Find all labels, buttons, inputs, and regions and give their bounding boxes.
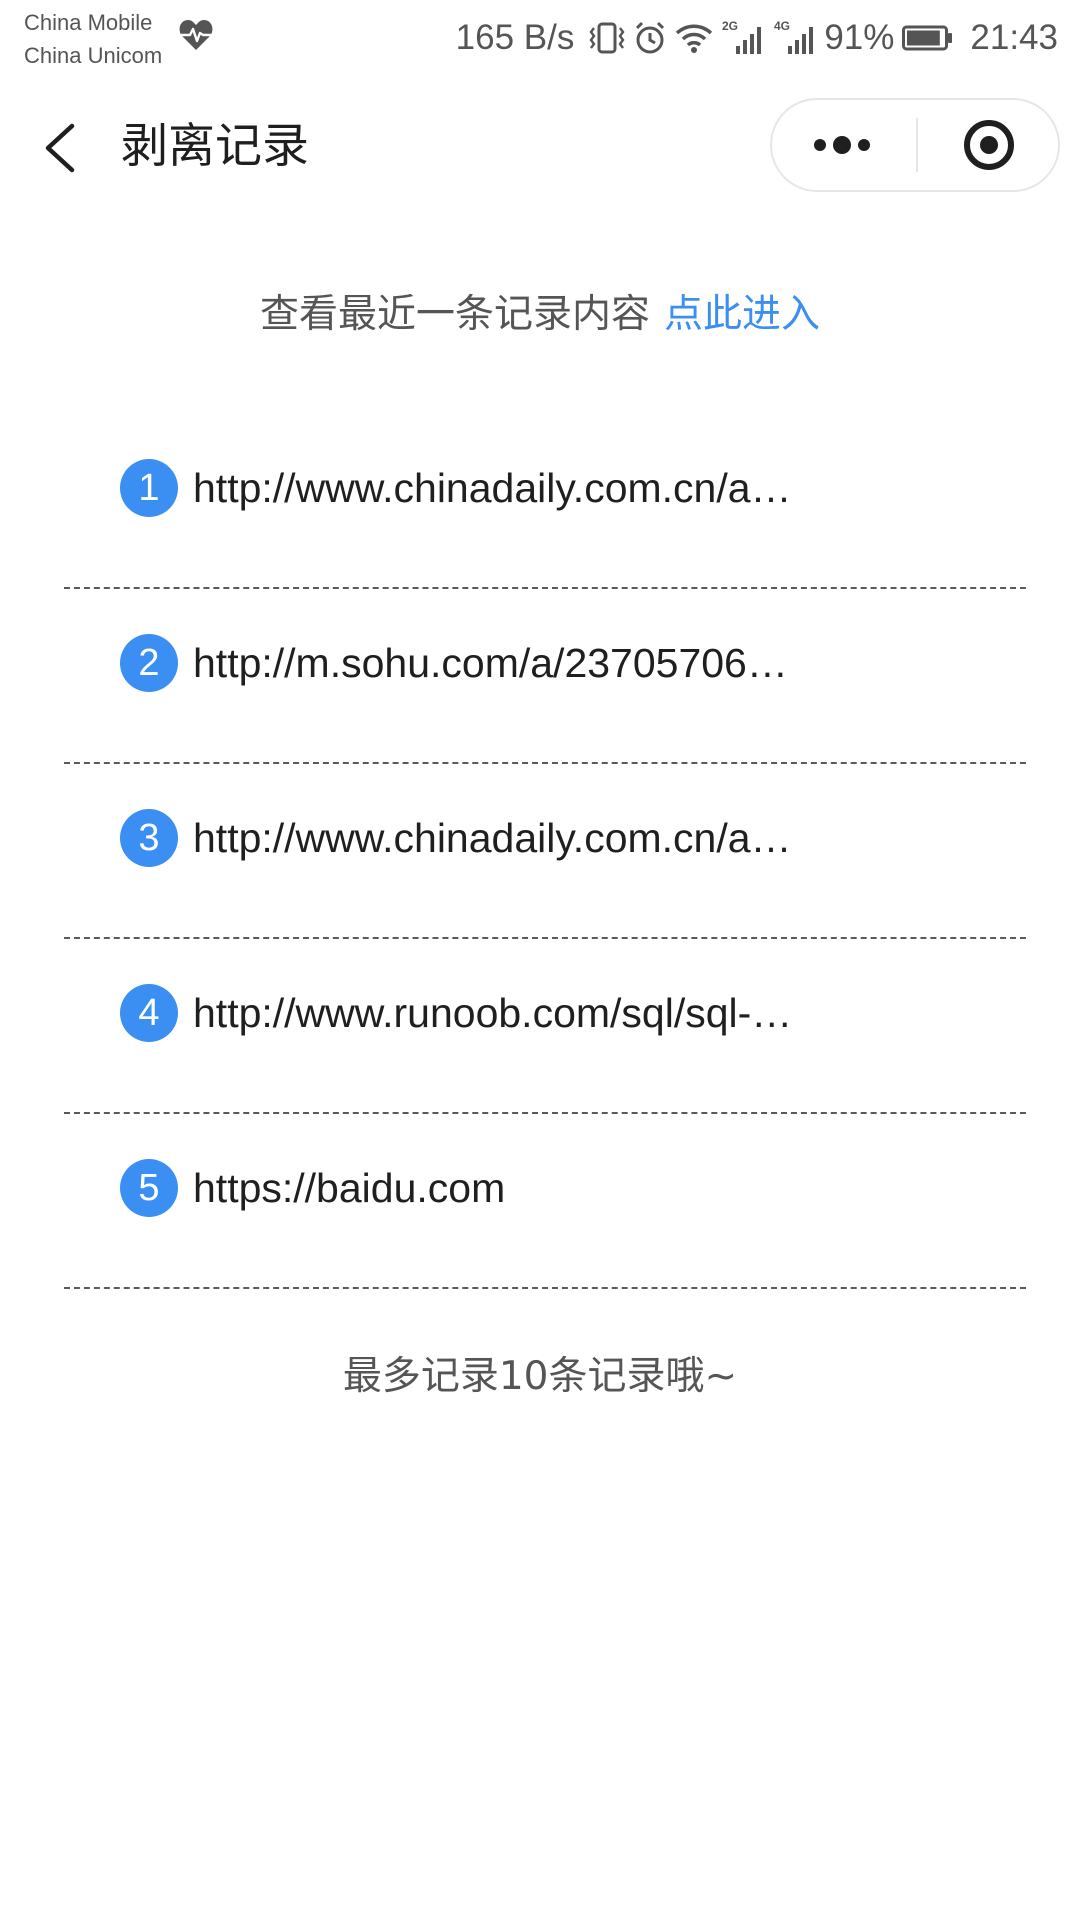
vibrate-icon	[589, 22, 625, 54]
close-mini-program-button[interactable]	[918, 100, 1060, 190]
record-url: http://www.chinadaily.com.cn/a…	[193, 815, 792, 861]
signal-2g-icon: 2G	[722, 19, 762, 54]
mini-program-capsule	[770, 98, 1060, 192]
carrier-info: China Mobile China Unicom	[24, 6, 162, 72]
record-url: https://baidu.com	[193, 1165, 506, 1211]
nav-bar: 剥离记录	[0, 78, 1080, 214]
status-bar: China Mobile China Unicom 165 B/s 2G 4G …	[0, 0, 1080, 76]
max-records-note: 最多记录10条记录哦~	[342, 1354, 738, 1399]
record-item[interactable]: 4 http://www.runoob.com/sql/sql-…	[0, 939, 1080, 1114]
record-number-badge: 5	[120, 1159, 178, 1217]
dashed-divider	[64, 1287, 1026, 1289]
record-url: http://www.runoob.com/sql/sql-…	[193, 990, 793, 1036]
more-button[interactable]	[772, 100, 916, 190]
carrier-2: China Unicom	[24, 43, 163, 68]
clock: 21:43	[970, 18, 1058, 57]
enter-recent-link[interactable]: 点此进入	[664, 292, 820, 337]
status-icons: 165 B/s 2G 4G 91% 21:43	[456, 14, 1058, 62]
wifi-icon	[676, 24, 713, 53]
target-close-icon	[964, 120, 1014, 170]
record-item[interactable]: 3 http://www.chinadaily.com.cn/a…	[0, 764, 1080, 939]
carrier-1: China Mobile	[24, 10, 153, 35]
record-number-badge: 4	[120, 984, 178, 1042]
record-item[interactable]: 1 http://www.chinadaily.com.cn/a…	[0, 414, 1080, 589]
page-title: 剥离记录	[121, 119, 309, 174]
record-number-badge: 3	[120, 809, 178, 867]
alarm-icon	[636, 21, 665, 54]
network-2g-label: 2G	[722, 19, 738, 33]
recent-record-text: 查看最近一条记录内容	[259, 292, 650, 337]
network-4g-label: 4G	[774, 19, 790, 33]
battery-percent: 91%	[824, 18, 895, 57]
record-url: http://m.sohu.com/a/23705706…	[193, 640, 788, 686]
more-dots-icon	[814, 136, 870, 154]
heart-rate-icon	[179, 20, 213, 50]
record-item[interactable]: 5 https://baidu.com	[0, 1114, 1080, 1289]
network-speed: 165 B/s	[455, 18, 575, 57]
recent-record-prompt: 查看最近一条记录内容 点此进入	[0, 284, 1080, 346]
battery-icon	[902, 25, 953, 51]
record-list: 1 http://www.chinadaily.com.cn/a… 2 http…	[0, 414, 1080, 1289]
chevron-left-icon	[45, 123, 75, 173]
record-number-badge: 2	[120, 634, 178, 692]
back-button[interactable]	[30, 108, 90, 188]
signal-4g-icon: 4G	[774, 19, 814, 54]
record-number-badge: 1	[120, 459, 178, 517]
record-url: http://www.chinadaily.com.cn/a…	[193, 465, 792, 511]
page: China Mobile China Unicom 165 B/s 2G 4G …	[0, 0, 1080, 1920]
record-item[interactable]: 2 http://m.sohu.com/a/23705706…	[0, 589, 1080, 764]
